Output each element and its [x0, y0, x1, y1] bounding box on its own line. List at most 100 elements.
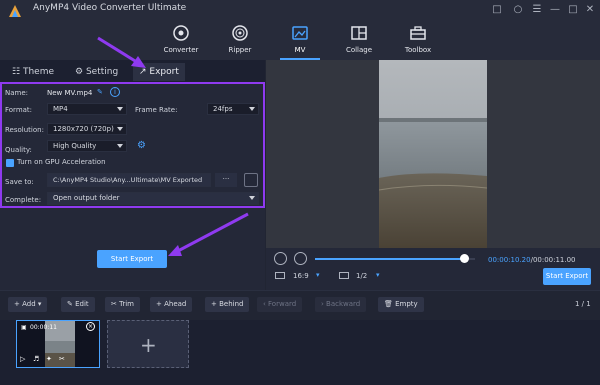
gpu-checkbox[interactable] [6, 159, 14, 167]
play-icon[interactable] [274, 252, 287, 265]
gpu-label: Turn on GPU Acceleration [17, 158, 106, 166]
page-dropdown-icon[interactable]: ▾ [376, 271, 380, 279]
tab-export-label: Export [149, 67, 179, 77]
open-folder-icon[interactable] [244, 173, 258, 187]
browse-button[interactable]: ··· [215, 173, 237, 187]
plus-icon: + [140, 333, 157, 357]
theme-icon: ☷ [12, 67, 21, 77]
saveto-path[interactable]: C:\AnyMP4 Studio\Any...Ultimate\MV Expor… [47, 173, 211, 187]
resolution-select[interactable]: 1280x720 (720p) [47, 123, 127, 135]
quality-settings-gear-icon[interactable]: ⚙ [137, 140, 146, 151]
tab-theme-label: Theme [22, 67, 54, 77]
aspect-dropdown-icon[interactable]: ▾ [316, 271, 320, 279]
progress-fill [315, 258, 464, 260]
nav-ripper[interactable]: Ripper [210, 20, 270, 60]
close-icon[interactable]: ✕ [582, 2, 598, 18]
account-icon[interactable]: ○ [510, 2, 526, 18]
clip-play-icon[interactable]: ▷ [20, 355, 25, 363]
monitor-icon [339, 272, 349, 279]
preview-frame [379, 60, 487, 248]
format-select[interactable]: MP4 [47, 103, 127, 115]
nav-converter-label: Converter [163, 46, 199, 54]
nav-collage-label: Collage [345, 46, 373, 54]
forward-button[interactable]: ‹ Forward [257, 297, 303, 312]
clip-duration: 00:00:11 [30, 324, 57, 331]
progress-knob[interactable] [459, 254, 469, 263]
backward-button[interactable]: › Backward [315, 297, 367, 312]
menu-icon[interactable]: ☰ [529, 2, 545, 18]
start-export-button[interactable]: Start Export [97, 250, 167, 268]
clip-effect-icon[interactable]: ✦ [46, 355, 52, 363]
aspect-ratio-icon [275, 272, 285, 279]
total-time: 00:00:11.00 [532, 256, 576, 264]
current-time: 00:00:10.20 [488, 256, 531, 264]
tab-theme[interactable]: ☷ Theme [12, 63, 54, 81]
backward-label: Backward [326, 300, 361, 308]
info-icon[interactable]: i [110, 87, 120, 97]
forward-label: Forward [268, 300, 297, 308]
app-logo-icon [8, 3, 22, 17]
trim-label: Trim [119, 300, 134, 308]
chevron-down-icon [117, 127, 123, 131]
complete-value: Open output folder [53, 194, 120, 202]
stop-icon[interactable] [294, 252, 307, 265]
format-value: MP4 [53, 105, 68, 113]
behind-button[interactable]: + Behind [205, 297, 250, 312]
resolution-value: 1280x720 (720p) [53, 125, 114, 133]
quality-label: Quality: [5, 146, 32, 154]
tab-setting-label: Setting [85, 67, 119, 77]
export-icon: ↗ [139, 67, 147, 77]
format-label: Format: [5, 106, 33, 114]
page-value[interactable]: 1/2 [356, 272, 367, 280]
edit-icon[interactable]: ✎ [97, 88, 103, 96]
clip-trim-icon[interactable]: ✂ [59, 355, 65, 363]
minimize-icon[interactable]: — [547, 2, 563, 18]
clip-film-icon: ▣ [21, 324, 27, 331]
empty-label: Empty [395, 300, 418, 308]
tab-export[interactable]: ↗ Export [133, 63, 185, 81]
start-export-small-button[interactable]: Start Export [543, 268, 591, 285]
chevron-down-icon [117, 144, 123, 148]
maximize-icon[interactable]: □ [565, 2, 581, 18]
app-title: AnyMP4 Video Converter Ultimate [33, 3, 187, 13]
nav-toolbox[interactable]: Toolbox [388, 20, 448, 60]
complete-label: Complete: [5, 196, 42, 204]
complete-select[interactable]: Open output folder [47, 192, 259, 205]
gear-icon: ⚙ [75, 67, 84, 77]
name-label: Name: [5, 89, 29, 97]
nav-mv[interactable]: MV [270, 20, 330, 60]
behind-label: Behind [219, 300, 244, 308]
trim-button[interactable]: ✂ Trim [105, 297, 140, 312]
converter-icon [173, 25, 189, 41]
nav-collage[interactable]: Collage [329, 20, 389, 60]
ahead-label: Ahead [164, 300, 187, 308]
edit-button[interactable]: ✎ Edit [61, 297, 95, 312]
nav-ripper-label: Ripper [228, 46, 252, 54]
feedback-icon[interactable]: □ [489, 2, 505, 18]
add-clip-placeholder[interactable]: + [107, 320, 189, 368]
plus-icon: + [14, 300, 23, 308]
saveto-label: Save to: [5, 178, 34, 186]
nav-toolbox-label: Toolbox [404, 46, 432, 54]
clip-audio-icon[interactable]: ♬ [33, 355, 39, 363]
quality-select[interactable]: High Quality [47, 140, 127, 152]
quality-value: High Quality [53, 142, 97, 150]
chevron-down-icon: ▾ [35, 300, 42, 308]
edit-icon: ✎ [67, 300, 76, 308]
framerate-label: Frame Rate: [135, 106, 178, 114]
tab-setting[interactable]: ⚙ Setting [75, 63, 118, 81]
mv-icon [292, 26, 308, 40]
collage-icon [351, 26, 367, 40]
add-button[interactable]: + Add ▾ [8, 297, 48, 312]
framerate-select[interactable]: 24fps [207, 103, 259, 115]
add-label: Add [22, 300, 36, 308]
trash-icon: 🗑 [384, 300, 396, 308]
name-value[interactable]: New MV.mp4 [47, 89, 92, 97]
remove-clip-icon[interactable]: × [86, 322, 95, 331]
empty-button[interactable]: 🗑 Empty [378, 297, 424, 312]
framerate-value: 24fps [213, 105, 233, 113]
scissors-icon: ✂ [111, 300, 120, 308]
aspect-value[interactable]: 16:9 [293, 272, 309, 280]
ahead-button[interactable]: + Ahead [150, 297, 193, 312]
nav-converter[interactable]: Converter [151, 20, 211, 60]
